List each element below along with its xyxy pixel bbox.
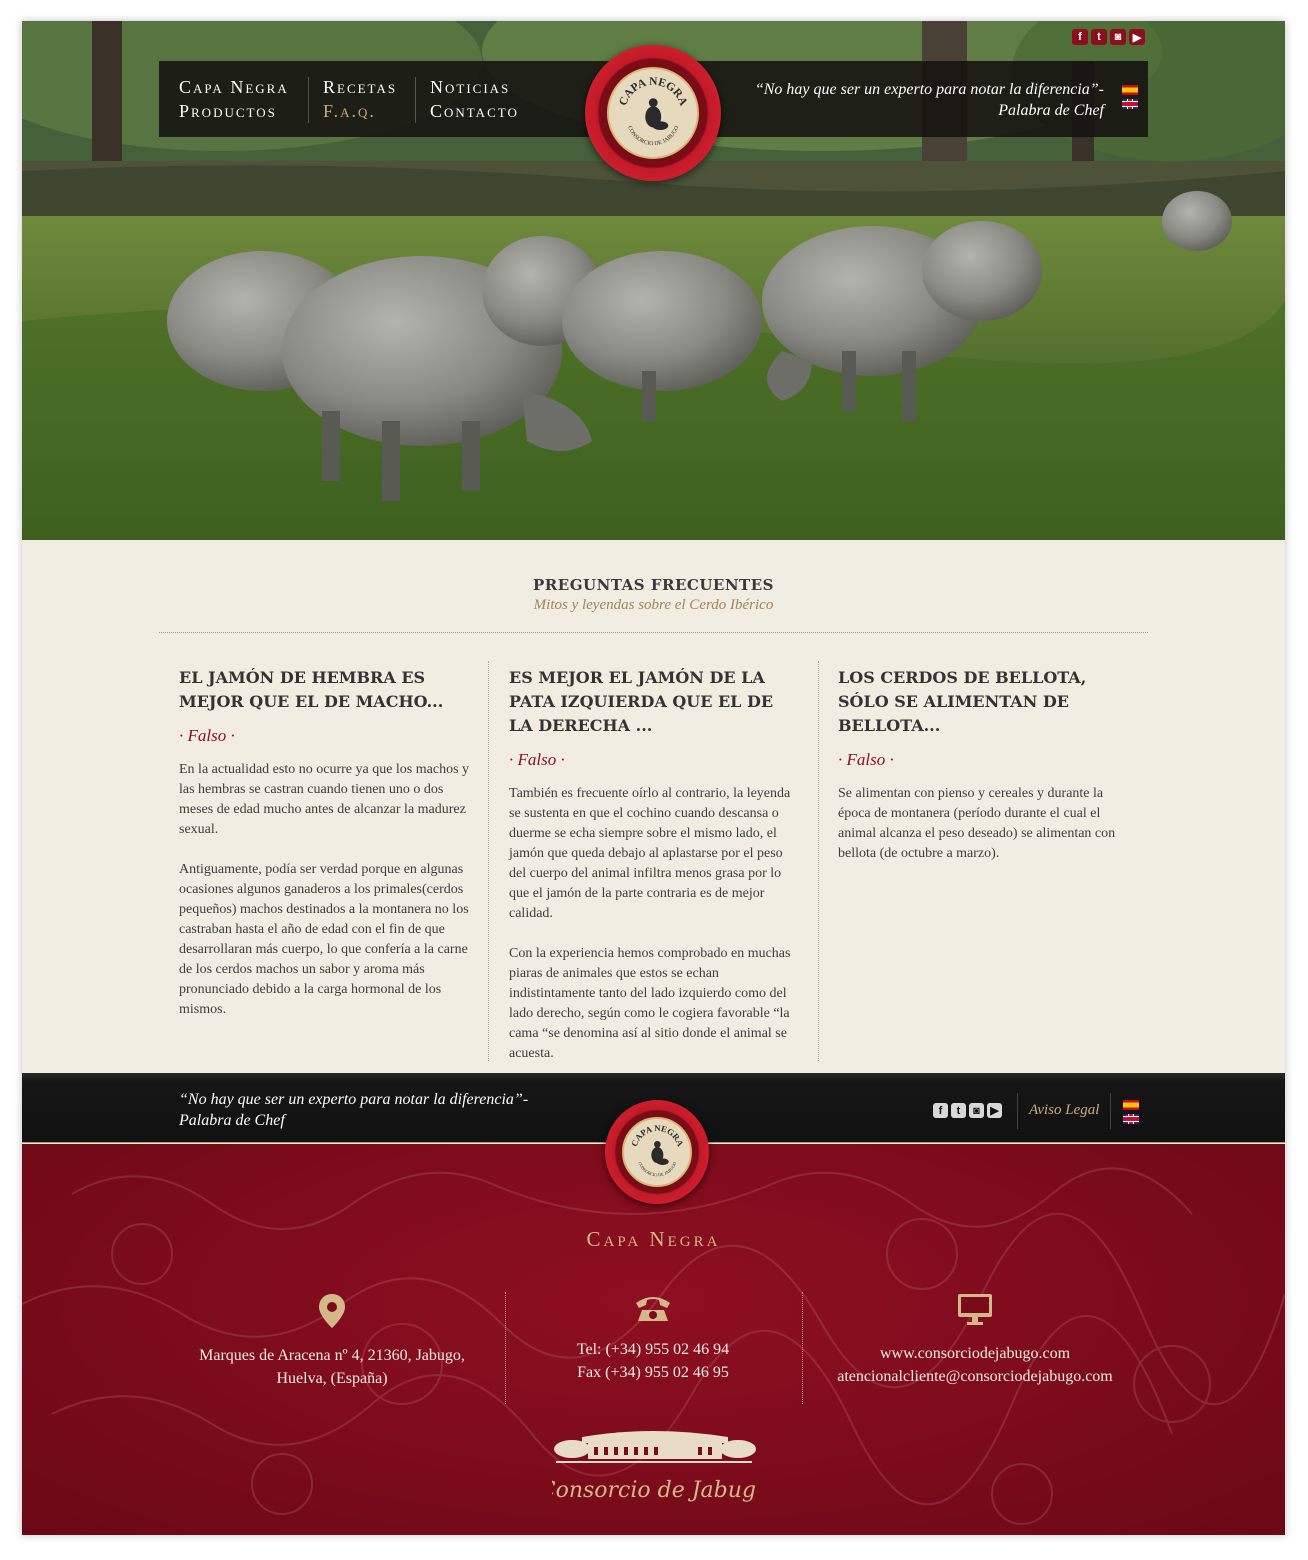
social-links-top: f t ◙ ▶ [1072,29,1145,45]
twitter-icon[interactable]: t [951,1103,966,1118]
nav-link-contacto[interactable]: Contacto [430,99,519,123]
contact-web: www.consorciodejabugo.com atencionalclie… [812,1294,1138,1388]
faq-answer: En la actualidad esto no ocurre ya que l… [179,760,469,1020]
contact-address: Marques de Aracena nº 4, 21360, Jabugo, … [172,1294,492,1390]
faq-divider [159,632,1148,633]
uk-flag-icon[interactable] [1122,99,1138,109]
nav-link-faq[interactable]: F.a.q. [323,99,397,123]
contact-divider [802,1292,803,1404]
facebook-icon[interactable]: f [1072,29,1088,45]
monitor-icon [958,1294,992,1325]
faq-question: LOS CERDOS DE BELLOTA, SÓLO SE ALIMENTAN… [838,668,1087,735]
hero-banner: f t ◙ ▶ Capa Negra Productos Recetas F.a… [22,21,1285,540]
svg-text:CONSORCIO DE JABUGO: CONSORCIO DE JABUGO [637,1161,677,1177]
faq-item: LOS CERDOS DE BELLOTA, SÓLO SE ALIMENTAN… [838,666,1128,884]
telephone-icon [636,1297,670,1321]
footer-quote-line1: “No hay que ser un experto para notar la… [179,1091,529,1108]
faq-answer-paragraph: También es frecuente oírlo al contrario,… [509,786,791,921]
twitter-icon[interactable]: t [1091,29,1107,45]
faq-verdict: · Falso · [179,726,235,745]
footer-quote-line2: Palabra de Chef [179,1112,285,1129]
nav-link-productos[interactable]: Productos [179,99,289,123]
header-quote: “No hay que ser un experto para notar la… [724,79,1104,121]
contact-phone: Tel: (+34) 955 02 46 94 Fax (+34) 955 02… [512,1294,794,1384]
facebook-icon[interactable]: f [933,1103,948,1118]
faq-answer-paragraph: Se alimentan con pienso y cereales y dur… [838,786,1116,861]
nav-divider [415,77,416,123]
legal-notice-link[interactable]: Aviso Legal [1029,1102,1099,1119]
capa-negra-seal-graphic: CAPA NEGRA CONSORCIO DE JABUGO [629,1123,686,1177]
instagram-icon[interactable]: ◙ [969,1103,984,1118]
header-quote-line2: Palabra de Chef [998,102,1104,119]
footer-quote: “No hay que ser un experto para notar la… [179,1089,579,1131]
contact-divider [505,1292,506,1404]
website-link[interactable]: www.consorciodejabugo.com [812,1342,1138,1365]
address-line2: Huelva, (España) [276,1370,388,1387]
svg-text:CONSORCIO DE JABUGO: CONSORCIO DE JABUGO [626,125,680,147]
youtube-icon[interactable]: ▶ [987,1103,1002,1118]
email-link[interactable]: atencionalcliente@consorciodejabugo.com [812,1365,1138,1388]
faq-question: EL JAMÓN DE HEMBRA ES MEJOR QUE EL DE MA… [179,668,444,711]
nav-link-capa-negra[interactable]: Capa Negra [179,75,289,99]
footer-divider [1017,1093,1018,1129]
footer-divider [1110,1093,1111,1129]
nav-column-2: Recetas F.a.q. [323,75,397,123]
nav-link-noticias[interactable]: Noticias [430,75,519,99]
faq-answer-paragraph: Antiguamente, podía ser verdad porque en… [179,862,469,1017]
svg-text:Consorcio de Jabugo: Consorcio de Jabugo [552,1478,756,1503]
address-line1: Marques de Aracena nº 4, 21360, Jabugo, [199,1347,465,1364]
language-switcher [1122,85,1138,109]
faq-item: EL JAMÓN DE HEMBRA ES MEJOR QUE EL DE MA… [179,666,469,1040]
map-pin-icon [319,1294,345,1328]
fax-number: Fax (+34) 955 02 46 95 [577,1364,729,1381]
nav-link-recetas[interactable]: Recetas [323,75,397,99]
footer-brand-name: Capa Negra [586,1227,721,1251]
instagram-icon[interactable]: ◙ [1110,29,1126,45]
social-links-footer: f t ◙ ▶ [933,1103,1002,1118]
spain-flag-icon[interactable] [1123,1100,1139,1110]
footer-language-switcher [1123,1100,1139,1124]
nav-column-1: Capa Negra Productos [179,75,289,123]
column-divider [488,661,489,1061]
consorcio-de-jabugo-logo[interactable]: Consorcio de Jabugo [552,1427,756,1519]
uk-flag-icon[interactable] [1123,1114,1139,1124]
faq-answer-paragraph: Con la experiencia hemos comprobado en m… [509,946,791,1061]
header-quote-line1: “No hay que ser un experto para notar la… [754,81,1104,98]
faq-verdict: · Falso · [509,750,565,769]
faq-answer-paragraph: En la actualidad esto no ocurre ya que l… [179,762,470,837]
faq-subtitle: Mitos y leyendas sobre el Cerdo Ibérico [533,597,774,613]
spain-flag-icon[interactable] [1122,85,1138,95]
capa-negra-logo-footer[interactable]: CAPA NEGRA CONSORCIO DE JABUGO [605,1100,709,1204]
capa-negra-seal-graphic: CAPA NEGRA CONSORCIO DE JABUGO [617,76,689,147]
faq-answer: También es frecuente oírlo al contrario,… [509,784,799,1064]
faq-item: ES MEJOR EL JAMÓN DE LA PATA IZQUIERDA Q… [509,666,799,1084]
faq-verdict: · Falso · [838,750,894,769]
faq-header: PREGUNTAS FRECUENTES Mitos y leyendas so… [159,576,1148,614]
page: f t ◙ ▶ Capa Negra Productos Recetas F.a… [22,21,1285,1535]
faq-answer: Se alimentan con pienso y cereales y dur… [838,784,1128,864]
youtube-icon[interactable]: ▶ [1129,29,1145,45]
column-divider [818,661,819,1061]
faq-title: PREGUNTAS FRECUENTES [533,576,774,594]
faq-question: ES MEJOR EL JAMÓN DE LA PATA IZQUIERDA Q… [509,668,774,735]
nav-divider [308,77,309,123]
phone-number[interactable]: Tel: (+34) 955 02 46 94 [512,1338,794,1361]
nav-column-3: Noticias Contacto [430,75,519,123]
capa-negra-logo[interactable]: CAPA NEGRA CONSORCIO DE JABUGO [585,45,721,181]
